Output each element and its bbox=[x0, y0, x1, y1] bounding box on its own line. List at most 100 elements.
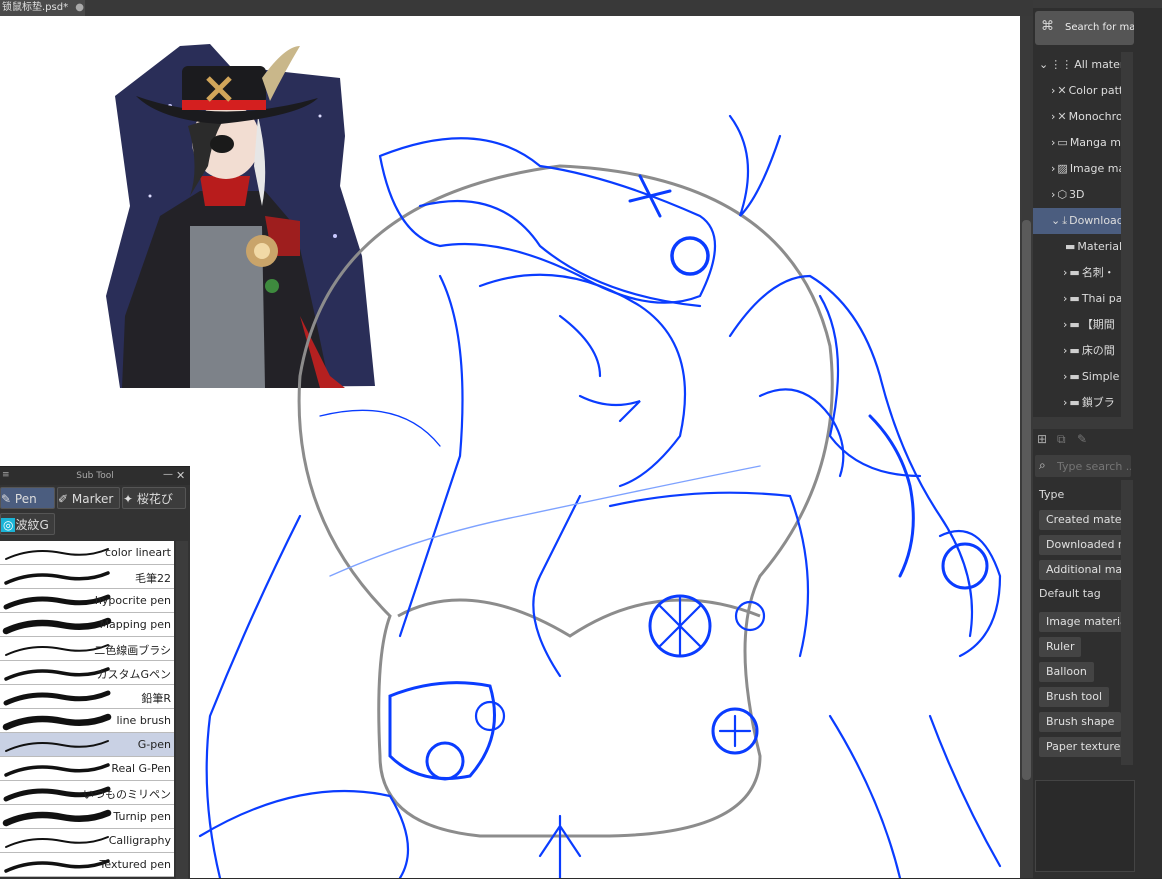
brush-item[interactable]: Mapping pen bbox=[0, 613, 174, 637]
chevron-right-icon[interactable]: › bbox=[1051, 84, 1055, 97]
tag-search-input[interactable] bbox=[1055, 457, 1131, 475]
brush-item[interactable]: G-pen bbox=[0, 733, 174, 757]
default-tag[interactable]: Balloon bbox=[1039, 662, 1094, 682]
brush-item-label: line brush bbox=[116, 714, 171, 727]
brush-item[interactable]: line brush bbox=[0, 709, 174, 733]
material-tree-label: Thai pa bbox=[1081, 292, 1121, 305]
document-tab-title: 锁鼠标垫.psd* bbox=[2, 2, 69, 13]
search-material-icon: ⌘ bbox=[1041, 19, 1054, 34]
tag-search-field[interactable]: ⌕ bbox=[1035, 455, 1131, 477]
brush-item[interactable]: カスタムGペン bbox=[0, 661, 174, 685]
material-tree-label: Download bbox=[1069, 214, 1121, 227]
chevron-right-icon[interactable]: › bbox=[1063, 266, 1067, 279]
chevron-down-icon[interactable]: ⌄ bbox=[1051, 214, 1060, 227]
brush-item[interactable]: Textured pen bbox=[0, 853, 174, 877]
brush-stroke-preview bbox=[2, 809, 112, 827]
material-tree-label: Material bbox=[1077, 240, 1121, 253]
material-tree-item[interactable]: › ▬ 名刺・ bbox=[1033, 260, 1121, 286]
material-tree-item[interactable]: › ▬ 【期間 bbox=[1033, 312, 1121, 338]
minimize-icon[interactable]: — bbox=[163, 469, 173, 480]
brush-item[interactable]: 二色線画ブラシ bbox=[0, 637, 174, 661]
material-hscroll[interactable] bbox=[1033, 417, 1133, 429]
copy-icon[interactable]: ⧉ bbox=[1057, 432, 1066, 447]
material-tree-label: Monochrome pattern bbox=[1068, 110, 1121, 123]
brush-stroke-preview bbox=[4, 763, 110, 777]
ripple-icon: ◎ bbox=[1, 518, 16, 532]
default-tag[interactable]: Brush shape bbox=[1039, 712, 1122, 732]
material-tree-item[interactable]: ⌄ ⤓ Download bbox=[1033, 208, 1121, 234]
material-header bbox=[1033, 0, 1162, 8]
brush-item[interactable]: 鉛筆R bbox=[0, 685, 174, 709]
type-tag[interactable]: Created material bbox=[1039, 510, 1128, 530]
add-folder-icon[interactable]: ⊞ bbox=[1037, 432, 1047, 446]
chevron-right-icon[interactable]: › bbox=[1063, 396, 1067, 409]
material-tree-item[interactable]: › ▬ Thai pa bbox=[1033, 286, 1121, 312]
chevron-right-icon[interactable]: › bbox=[1051, 110, 1055, 123]
brush-item-label: 二色線画ブラシ bbox=[94, 644, 171, 657]
document-tab[interactable]: 锁鼠标垫.psd* ● bbox=[0, 0, 85, 16]
default-tag[interactable]: Ruler bbox=[1039, 637, 1082, 657]
material-tree: ⌄⋮⋮All materials›✕Color pattern›✕Monochr… bbox=[1033, 52, 1121, 412]
brush-item[interactable]: いつものミリペン bbox=[0, 781, 174, 805]
material-tree-item[interactable]: ▬ Material bbox=[1033, 234, 1121, 260]
brush-stroke-preview bbox=[5, 548, 109, 560]
folder-icon: ▬ bbox=[1069, 396, 1080, 409]
material-tree-item[interactable]: ›✕Color pattern bbox=[1033, 78, 1121, 104]
close-panel-icon[interactable]: ✕ bbox=[176, 469, 185, 482]
brush-item-label: G-pen bbox=[137, 738, 171, 751]
material-tree-label: All materials bbox=[1074, 58, 1121, 71]
brush-item[interactable]: Calligraphy bbox=[0, 829, 174, 853]
chevron-right-icon[interactable]: › bbox=[1063, 318, 1067, 331]
chevron-right-icon[interactable]: › bbox=[1063, 292, 1067, 305]
close-tab-icon[interactable]: ● bbox=[75, 2, 84, 13]
material-tree-item[interactable]: › ⬡ 3D bbox=[1033, 182, 1121, 208]
chevron-right-icon[interactable]: › bbox=[1063, 370, 1067, 383]
brush-stroke-preview bbox=[4, 571, 110, 585]
material-tree-scrollbar[interactable] bbox=[1121, 52, 1133, 417]
brush-list-scrollbar[interactable] bbox=[176, 541, 188, 879]
chevron-right-icon[interactable]: › bbox=[1051, 136, 1055, 149]
tab-marker[interactable]: ✐ Marker bbox=[57, 487, 120, 509]
panel-menu-icon[interactable]: ≡ bbox=[2, 470, 10, 480]
brush-item-label: hypocrite pen bbox=[94, 594, 171, 607]
material-toolbar: ⊞ ⧉ ✎ bbox=[1033, 430, 1133, 450]
tab-pen[interactable]: ✎ Pen bbox=[0, 487, 55, 509]
material-tree-item[interactable]: ⌄⋮⋮All materials bbox=[1033, 52, 1121, 78]
brush-item-label: 毛筆22 bbox=[135, 572, 171, 585]
default-tag[interactable]: Paper texture bbox=[1039, 737, 1128, 757]
chevron-right-icon[interactable]: › bbox=[1063, 344, 1067, 357]
folder-icon: ▬ bbox=[1069, 344, 1080, 357]
brush-item-label: Calligraphy bbox=[108, 834, 171, 847]
brush-item[interactable]: 毛筆22 bbox=[0, 565, 174, 589]
brush-item[interactable]: Real G-Pen bbox=[0, 757, 174, 781]
material-tree-item[interactable]: ›✕Monochrome pattern bbox=[1033, 104, 1121, 130]
tab-sakura[interactable]: ✦ 桜花び bbox=[122, 487, 186, 509]
material-tree-item[interactable]: › ▬ 鎖ブラ bbox=[1033, 390, 1121, 412]
search-material-label: Search for material bbox=[1065, 22, 1134, 33]
default-tag[interactable]: Image material bbox=[1039, 612, 1128, 632]
tab-pen-label: Pen bbox=[14, 492, 37, 506]
folder-icon: ▬ bbox=[1069, 370, 1080, 383]
search-material-button[interactable]: ⌘ Search for material bbox=[1035, 11, 1134, 45]
tab-hamon[interactable]: ◎ 波紋G bbox=[0, 513, 55, 535]
edit-icon[interactable]: ✎ bbox=[1077, 432, 1087, 446]
brush-item[interactable]: color lineart bbox=[0, 541, 174, 565]
brush-stroke-preview bbox=[3, 690, 111, 706]
material-tree-item[interactable]: ›▭Manga material bbox=[1033, 130, 1121, 156]
material-tree-item[interactable]: › ▬ 床の間 bbox=[1033, 338, 1121, 364]
brush-item[interactable]: Turnip pen bbox=[0, 805, 174, 829]
type-tag[interactable]: Additional material bbox=[1039, 560, 1128, 580]
canvas-scroll-thumb[interactable] bbox=[1022, 220, 1031, 780]
brush-item[interactable]: hypocrite pen bbox=[0, 589, 174, 613]
chevron-right-icon[interactable]: › bbox=[1051, 188, 1055, 201]
chevron-right-icon[interactable]: › bbox=[1051, 162, 1055, 175]
material-tree-item[interactable]: › ▬ Simple bbox=[1033, 364, 1121, 390]
marker-icon: ✐ bbox=[58, 492, 69, 506]
material-tree-label: 鎖ブラ bbox=[1081, 396, 1115, 409]
default-tag[interactable]: Brush tool bbox=[1039, 687, 1110, 707]
material-tree-label: Simple bbox=[1081, 370, 1120, 383]
chevron-down-icon[interactable]: ⌄ bbox=[1039, 58, 1048, 71]
type-tag[interactable]: Downloaded material bbox=[1039, 535, 1128, 555]
tags-scrollbar[interactable] bbox=[1121, 480, 1133, 765]
material-tree-item[interactable]: ›▨Image material bbox=[1033, 156, 1121, 182]
